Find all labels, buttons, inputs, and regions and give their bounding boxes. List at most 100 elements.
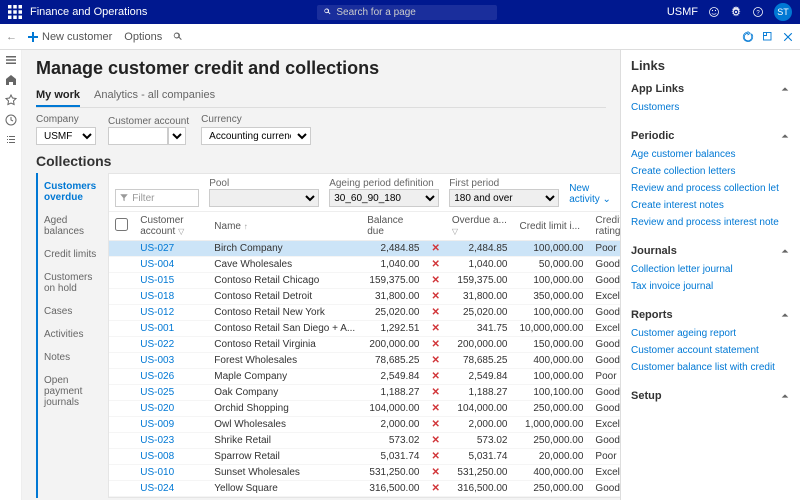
search-input[interactable] — [336, 7, 491, 18]
list-icon[interactable] — [5, 134, 17, 146]
table-row[interactable]: US-027Birch Company2,484.85✕2,484.85100,… — [109, 241, 620, 257]
table-row[interactable]: US-003Forest Wholesales78,685.25✕78,685.… — [109, 353, 620, 369]
ageing-select[interactable]: 30_60_90_180 — [329, 189, 439, 207]
vtab-open-payment-journals[interactable]: Open payment journals — [38, 369, 102, 414]
home-icon[interactable] — [5, 74, 17, 86]
link-item[interactable]: Review and process collection let — [631, 180, 790, 197]
table-row[interactable]: US-001Contoso Retail San Diego + A...1,2… — [109, 321, 620, 337]
global-search[interactable] — [317, 5, 497, 20]
customer-link[interactable]: US-015 — [134, 273, 208, 289]
select-all-checkbox[interactable] — [115, 218, 128, 231]
gear-icon[interactable] — [730, 6, 742, 18]
customer-link[interactable]: US-025 — [134, 385, 208, 401]
col-customer-account[interactable]: Customer account ▽ — [134, 212, 208, 241]
options-button[interactable]: Options — [118, 31, 168, 43]
clock-icon[interactable] — [5, 114, 17, 126]
new-activity-button[interactable]: New activity ⌄ — [569, 183, 613, 205]
section-header-journals[interactable]: Journals — [631, 241, 790, 261]
avatar[interactable]: ST — [774, 3, 792, 21]
links-panel: Links App LinksCustomersPeriodicAge cust… — [620, 50, 800, 500]
section-header-setup[interactable]: Setup — [631, 386, 790, 406]
customer-account-lookup[interactable] — [168, 127, 186, 145]
overdue-x-icon: ✕ — [425, 465, 445, 481]
waffle-icon[interactable] — [8, 5, 22, 19]
close-icon[interactable] — [782, 31, 794, 43]
table-row[interactable]: US-026Maple Company2,549.84✕2,549.84100,… — [109, 369, 620, 385]
customer-link[interactable]: US-004 — [134, 257, 208, 273]
link-item[interactable]: Create collection letters — [631, 163, 790, 180]
table-row[interactable]: US-015Contoso Retail Chicago159,375.00✕1… — [109, 273, 620, 289]
pool-select[interactable] — [209, 189, 319, 207]
collections-vertical-tabs: Customers overdueAged balancesCredit lim… — [36, 173, 102, 498]
link-item[interactable]: Age customer balances — [631, 146, 790, 163]
currency-select[interactable]: Accounting currency — [201, 127, 311, 145]
link-item[interactable]: Collection letter journal — [631, 261, 790, 278]
link-item[interactable]: Create interest notes — [631, 197, 790, 214]
overdue-x-icon: ✕ — [425, 449, 445, 465]
col-credit-rating[interactable]: Credit rating — [589, 212, 620, 241]
col-overdue[interactable]: Overdue a... ▽ — [446, 212, 514, 241]
tab-analytics[interactable]: Analytics - all companies — [94, 85, 215, 107]
table-row[interactable]: US-012Contoso Retail New York25,020.00✕2… — [109, 305, 620, 321]
table-row[interactable]: US-024Yellow Square316,500.00✕316,500.00… — [109, 481, 620, 497]
customer-link[interactable]: US-010 — [134, 465, 208, 481]
link-item[interactable]: Tax invoice journal — [631, 278, 790, 295]
section-header-app[interactable]: App Links — [631, 79, 790, 99]
customer-link[interactable]: US-023 — [134, 433, 208, 449]
company-select[interactable]: USMF — [36, 127, 96, 145]
vtab-credit-limits[interactable]: Credit limits — [38, 243, 102, 266]
vtab-notes[interactable]: Notes — [38, 346, 102, 369]
table-row[interactable]: US-020Orchid Shopping104,000.00✕104,000.… — [109, 401, 620, 417]
link-item[interactable]: Customer account statement — [631, 342, 790, 359]
vtab-cases[interactable]: Cases — [38, 300, 102, 323]
overdue-x-icon: ✕ — [425, 241, 445, 257]
refresh-icon[interactable] — [742, 31, 754, 43]
customer-link[interactable]: US-026 — [134, 369, 208, 385]
tab-my-work[interactable]: My work — [36, 85, 80, 107]
section-header-reports[interactable]: Reports — [631, 305, 790, 325]
link-item[interactable]: Review and process interest note — [631, 214, 790, 231]
menu-icon[interactable] — [5, 54, 17, 66]
star-icon[interactable] — [5, 94, 17, 106]
table-row[interactable]: US-018Contoso Retail Detroit31,800.00✕31… — [109, 289, 620, 305]
customer-link[interactable]: US-020 — [134, 401, 208, 417]
table-row[interactable]: US-004Cave Wholesales1,040.00✕1,040.0050… — [109, 257, 620, 273]
link-item[interactable]: Customer balance list with credit — [631, 359, 790, 376]
table-row[interactable]: US-009Owl Wholesales2,000.00✕2,000.001,0… — [109, 417, 620, 433]
first-period-select[interactable]: 180 and over — [449, 189, 559, 207]
table-row[interactable]: US-008Sparrow Retail5,031.74✕5,031.7420,… — [109, 449, 620, 465]
customer-link[interactable]: US-012 — [134, 305, 208, 321]
col-balance-due[interactable]: Balance due — [361, 212, 425, 241]
help-icon[interactable]: ? — [752, 6, 764, 18]
link-item[interactable]: Customer ageing report — [631, 325, 790, 342]
vtab-activities[interactable]: Activities — [38, 323, 102, 346]
vtab-customers-overdue[interactable]: Customers overdue — [38, 175, 102, 209]
popout-icon[interactable] — [762, 31, 774, 43]
col-credit-limit[interactable]: Credit limit i... — [513, 212, 589, 241]
emoji-icon[interactable] — [708, 6, 720, 18]
customer-link[interactable]: US-027 — [134, 241, 208, 257]
customer-link[interactable]: US-008 — [134, 449, 208, 465]
search-action-icon[interactable] — [172, 31, 184, 43]
customer-link[interactable]: US-024 — [134, 481, 208, 497]
link-item[interactable]: Customers — [631, 99, 790, 116]
table-row[interactable]: US-023Shrike Retail573.02✕573.02250,000.… — [109, 433, 620, 449]
customer-link[interactable]: US-001 — [134, 321, 208, 337]
back-arrow-icon[interactable]: ← — [6, 31, 17, 43]
customer-link[interactable]: US-003 — [134, 353, 208, 369]
customer-link[interactable]: US-009 — [134, 417, 208, 433]
table-row[interactable]: US-010Sunset Wholesales531,250.00✕531,25… — [109, 465, 620, 481]
new-customer-button[interactable]: New customer — [21, 31, 118, 43]
chevron-up-icon — [780, 246, 790, 256]
entity-label[interactable]: USMF — [667, 6, 698, 18]
customer-link[interactable]: US-022 — [134, 337, 208, 353]
col-name[interactable]: Name ↑ — [208, 212, 361, 241]
vtab-customers-on-hold[interactable]: Customers on hold — [38, 266, 102, 300]
customer-link[interactable]: US-018 — [134, 289, 208, 305]
table-row[interactable]: US-025Oak Company1,188.27✕1,188.27100,10… — [109, 385, 620, 401]
grid-filter-input[interactable]: Filter — [115, 189, 199, 207]
section-header-periodic[interactable]: Periodic — [631, 126, 790, 146]
customer-account-input[interactable] — [108, 127, 168, 145]
table-row[interactable]: US-022Contoso Retail Virginia200,000.00✕… — [109, 337, 620, 353]
vtab-aged-balances[interactable]: Aged balances — [38, 209, 102, 243]
